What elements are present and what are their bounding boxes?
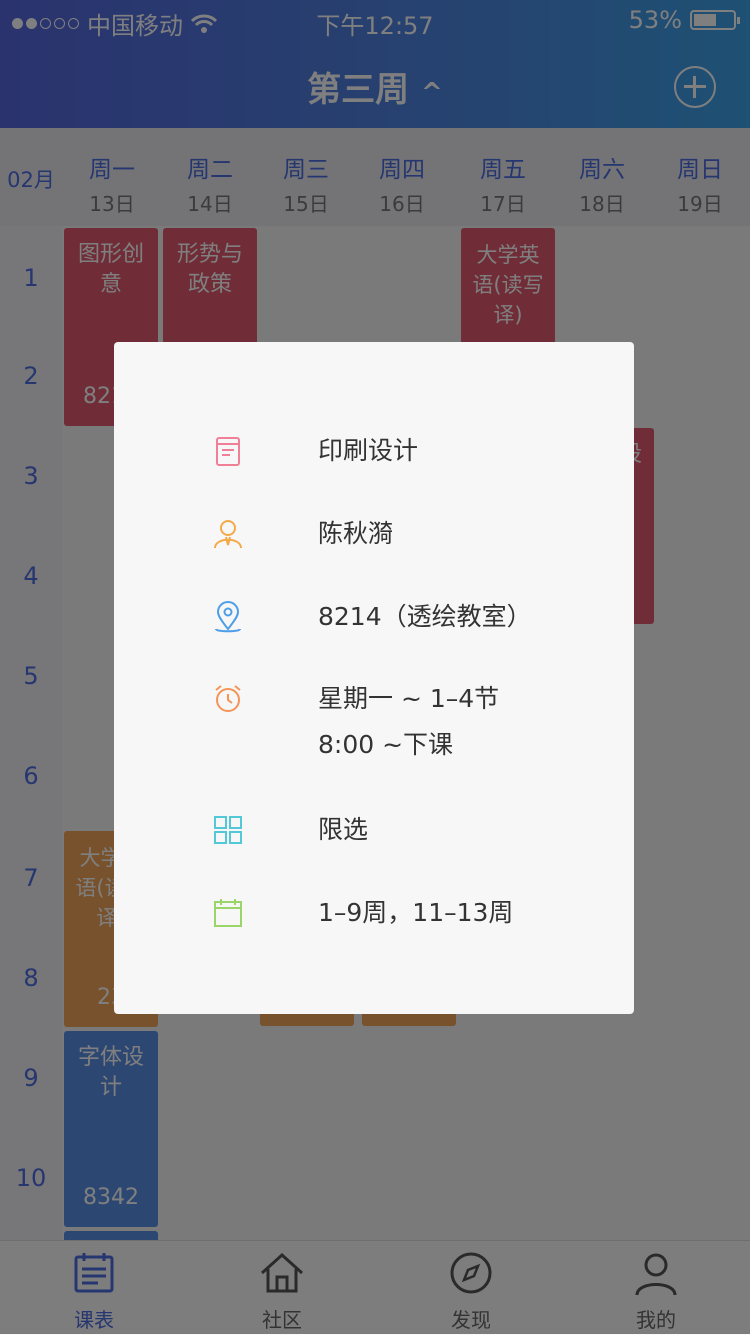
teacher-icon — [214, 520, 242, 549]
teacher-name: 陈秋漪 — [318, 519, 394, 548]
book-icon — [216, 437, 240, 466]
course-detail-dialog: 印刷设计 陈秋漪 8214（透绘教室） 星期一 ~ 1–4节 8:00 ~下课 — [114, 342, 634, 1014]
calendar-icon — [214, 899, 242, 927]
location: 8214（透绘教室） — [318, 602, 532, 631]
time-range: 8:00 ~下课 — [318, 730, 454, 759]
course-weeks: 1–9周，11–13周 — [318, 898, 514, 927]
location-pin-icon — [215, 601, 241, 633]
time-periods: 星期一 ~ 1–4节 — [318, 684, 500, 713]
grid-icon — [214, 816, 242, 844]
course-type: 限选 — [318, 815, 369, 844]
course-name: 印刷设计 — [318, 436, 419, 465]
alarm-clock-icon — [215, 685, 241, 712]
